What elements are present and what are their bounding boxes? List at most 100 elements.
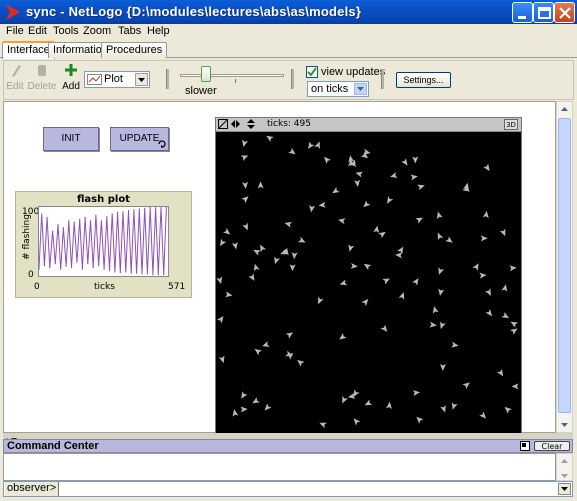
turtle [355,171,364,178]
minimize-button[interactable] [512,2,533,23]
turtle [318,201,326,208]
turtle [440,321,446,329]
plot-x-axis-label: ticks [94,282,115,292]
plot-point [54,263,56,265]
command-history-dropdown[interactable] [558,483,571,495]
plot-y-axis-label: # flashing [21,214,32,260]
turtle [501,312,510,319]
title-bar: sync - NetLogo {D:\modules\lectures\abs\… [0,0,577,24]
menu-help[interactable]: Help [147,25,170,37]
delete-button[interactable]: Delete [26,63,58,92]
plot-point [84,216,86,218]
3d-button[interactable]: 3D [504,119,518,130]
plot-point [70,267,73,269]
plot-point [79,218,81,220]
turtle [339,332,347,340]
command-center-header: Command Center Clear [3,439,573,453]
close-button[interactable] [554,2,575,23]
turtle [436,211,443,220]
command-input-row[interactable]: observer> [3,481,573,497]
turtle [218,355,225,364]
plot-point [52,230,54,232]
menu-tools[interactable]: Tools [53,25,79,37]
menu-zoom[interactable]: Zoom [83,25,111,37]
turtle [240,406,248,413]
menu-tabs[interactable]: Tabs [118,25,141,37]
edit-button[interactable]: Edit [6,63,24,92]
scrollbar-thumb[interactable] [558,118,571,413]
turtle [242,139,248,148]
speed-slider-thumb[interactable] [201,66,211,82]
command-output-scrollbar[interactable] [556,453,573,481]
turtle [319,422,327,429]
turtle [338,218,346,225]
turtle [253,249,261,256]
maximize-icon [538,7,551,19]
turtle [342,395,348,404]
plot-point [68,220,70,222]
turtle [297,236,306,243]
scroll-up-icon[interactable] [557,454,572,467]
agent-type-selector[interactable]: observer> [5,482,60,496]
turtle [472,263,479,271]
plot-point [100,220,102,222]
speed-slider-tick [235,79,236,83]
plot-point [57,223,59,225]
plot-point [117,211,119,214]
plot-area [38,206,169,277]
plot-point [76,261,78,263]
turtle [482,210,489,219]
turtle [314,141,320,150]
menu-file[interactable]: File [6,25,24,37]
scroll-down-icon[interactable] [557,417,572,432]
turtle [385,401,392,409]
view-zoom-controls[interactable] [218,119,258,130]
minimize-icon [518,16,526,19]
command-center-output [3,453,556,481]
pane-toggle-icon[interactable] [520,441,530,451]
plot-point [62,227,64,229]
turtle [415,217,423,224]
plot-series-line [38,206,167,275]
interface-vertical-scrollbar[interactable] [556,101,573,433]
update-mode-select[interactable]: on ticks [307,81,369,97]
settings-button[interactable]: Settings... [396,72,451,88]
init-button[interactable]: INIT [43,127,99,151]
turtle [274,256,280,265]
turtle [254,348,262,356]
turtle [440,405,446,413]
speed-slider-track[interactable] [180,74,284,77]
scroll-up-icon[interactable] [557,102,572,117]
plot-point [133,209,135,211]
view-updates-checkbox[interactable] [306,66,318,78]
turtle [429,321,437,328]
plot-point [92,267,94,269]
plot-point [46,216,48,218]
flash-plot[interactable]: flash plot # flashing 100 0 0 ticks 571 [15,191,192,298]
update-button[interactable]: UPDATE [110,127,169,151]
turtle [380,324,388,332]
plot-point [136,272,138,274]
turtle [398,292,405,300]
plot-point [152,274,154,276]
maximize-button[interactable] [533,2,554,23]
tab-procedures[interactable]: Procedures [101,42,168,58]
clear-button[interactable]: Clear [534,441,570,451]
speed-label: slower [185,85,217,97]
toolbar-divider [381,69,384,89]
plot-chart-svg [38,206,167,276]
plot-point [155,207,157,209]
chevron-down-icon [354,83,367,95]
widget-type-select[interactable]: Plot [84,71,150,88]
turtle [332,186,340,194]
turtle [216,276,223,285]
chevron-down-icon [135,73,148,86]
turtle [348,244,355,252]
add-button[interactable]: Add [60,63,82,92]
turtle [288,147,296,155]
world-view[interactable]: ticks: 495 3D [215,117,522,435]
turtle [390,172,398,178]
checkmark-icon [307,67,317,77]
menu-edit[interactable]: Edit [28,25,47,37]
tab-interface[interactable]: Interface [2,41,55,59]
